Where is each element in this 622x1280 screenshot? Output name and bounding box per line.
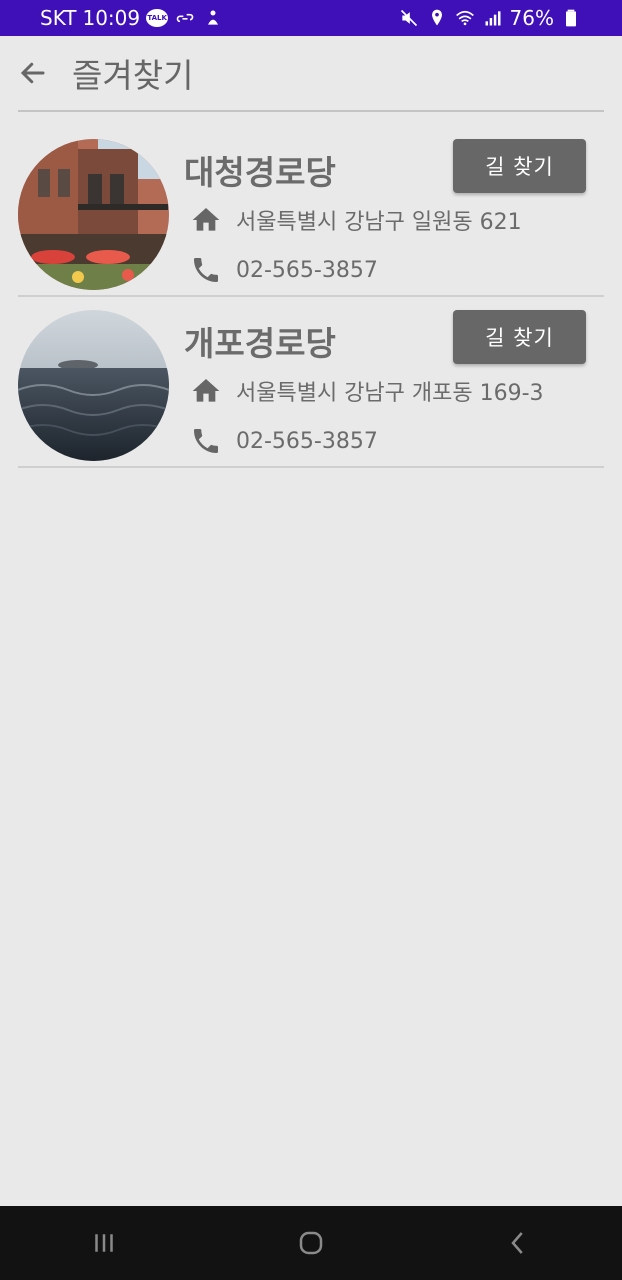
back-nav-icon <box>511 1232 524 1254</box>
phone-icon <box>190 425 222 457</box>
kakaotalk-icon: TALK <box>146 7 169 29</box>
navigation-bar <box>0 1206 622 1280</box>
home-icon <box>190 375 222 407</box>
phone-text: 02-565-3857 <box>236 428 378 454</box>
ocean-thumbnail <box>18 310 169 461</box>
favorites-list: 대청경로당 길 찾기 서울특별시 강남구 일원동 621 02-565-3857 <box>18 126 604 468</box>
address-row: 서울특별시 강남구 개포동 169-3 <box>190 375 544 407</box>
phone-text: 02-565-3857 <box>236 257 378 283</box>
list-item[interactable]: 대청경로당 길 찾기 서울특별시 강남구 일원동 621 02-565-3857 <box>18 126 604 297</box>
building-thumbnail <box>18 139 169 290</box>
page-title: 즐겨찾기 <box>72 56 194 95</box>
address-text: 서울특별시 강남구 일원동 621 <box>236 210 522 235</box>
place-name: 대청경로당 <box>184 153 336 192</box>
recent-apps-icon <box>94 1234 113 1252</box>
back-button[interactable] <box>18 53 58 93</box>
status-left: SKT 10:09 TALK <box>40 6 224 30</box>
status-right: 76% <box>398 6 582 30</box>
talk-badge: TALK <box>146 9 169 27</box>
home-button-icon <box>299 1231 323 1255</box>
find-route-button[interactable]: 길 찾기 <box>453 139 586 193</box>
mute-icon <box>398 7 420 29</box>
battery-percent: 76% <box>509 6 554 30</box>
place-name: 개포경로당 <box>184 324 336 363</box>
arrow-back-icon <box>20 62 45 84</box>
home-icon <box>190 204 222 236</box>
location-icon <box>426 7 448 29</box>
battery-icon <box>560 7 582 29</box>
wifi-icon <box>454 7 476 29</box>
home-nav-button[interactable] <box>281 1213 341 1273</box>
list-item[interactable]: 개포경로당 길 찾기 서울특별시 강남구 개포동 169-3 02-565-38… <box>18 297 604 468</box>
address-row: 서울특별시 강남구 일원동 621 <box>190 204 522 236</box>
clock: 10:09 <box>82 6 141 30</box>
phone-row: 02-565-3857 <box>190 425 378 457</box>
address-text: 서울특별시 강남구 개포동 169-3 <box>236 381 544 406</box>
recent-apps-button[interactable] <box>74 1213 134 1273</box>
app-bar: 즐겨찾기 <box>18 36 604 112</box>
signal-icon <box>482 7 504 29</box>
back-nav-button[interactable] <box>488 1213 548 1273</box>
carrier-label: SKT <box>40 6 77 30</box>
link-icon <box>174 7 196 29</box>
find-route-button[interactable]: 길 찾기 <box>453 310 586 364</box>
phone-row: 02-565-3857 <box>190 254 378 286</box>
person-icon <box>202 7 224 29</box>
phone-icon <box>190 254 222 286</box>
status-bar: SKT 10:09 TALK 76% <box>0 0 622 36</box>
